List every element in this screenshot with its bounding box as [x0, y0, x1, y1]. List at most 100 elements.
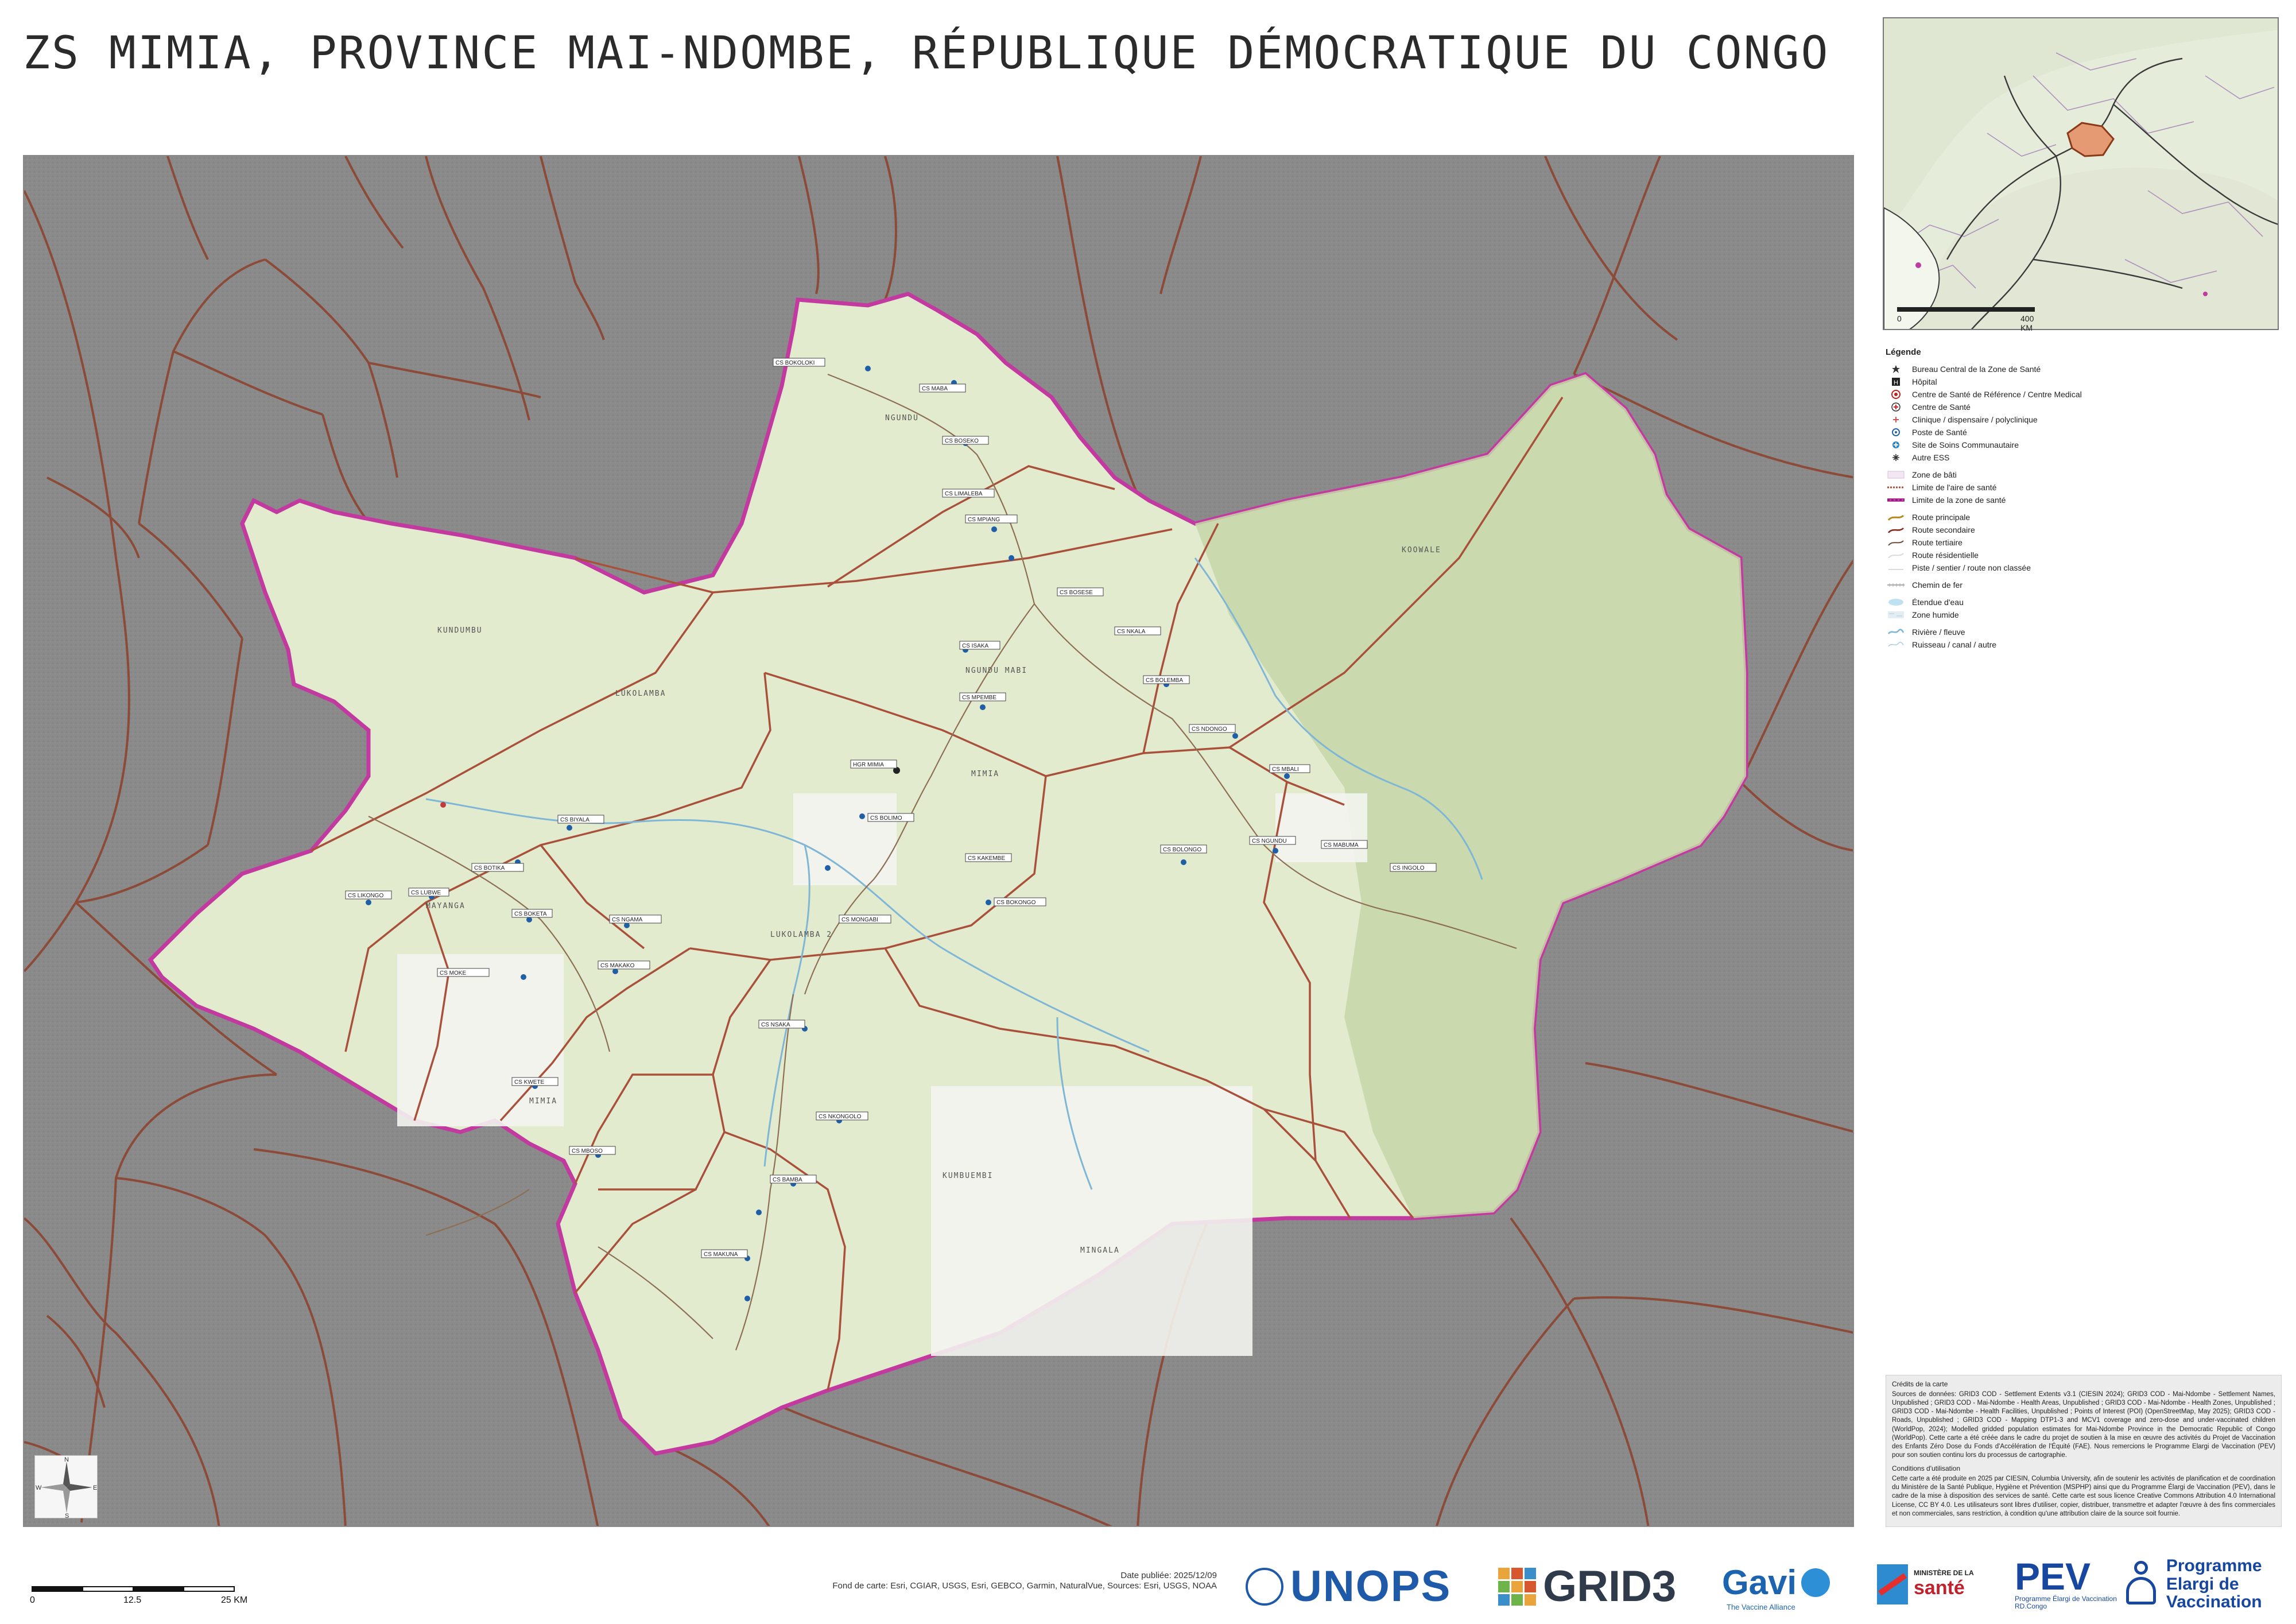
facility-label: CS NDONGO	[1192, 726, 1227, 732]
program-line-2: Elargi de	[2166, 1574, 2239, 1594]
stream-line	[1886, 639, 1906, 650]
place-label: KUNDUMBU	[437, 626, 483, 635]
bureau-icon	[1886, 364, 1906, 374]
inset-map[interactable]	[1883, 17, 2279, 330]
facility-label: CS BOTIKA	[474, 865, 505, 871]
legend-item: Limite de la zone de santé	[1886, 494, 2282, 506]
facility-marker[interactable]	[1284, 773, 1290, 779]
legend-item: Route secondaire	[1886, 524, 2282, 536]
facility-label: CS BOKONGO	[996, 900, 1036, 906]
compass-s: S	[65, 1513, 69, 1519]
place-label: LUKOLAMBA 2	[770, 931, 832, 939]
gavi-drop-icon	[1801, 1568, 1830, 1597]
river-line	[1886, 627, 1906, 637]
program-line-1: Programme	[2166, 1556, 2262, 1575]
partner-logos: UNOPS GRID3 Gavi The Vaccine Alliance MI…	[1234, 1550, 2285, 1619]
place-label: NGUNDU MABI	[965, 666, 1027, 675]
facility-marker[interactable]	[859, 813, 865, 819]
facility-marker[interactable]	[865, 366, 871, 371]
gavi-text: Gavi	[1722, 1563, 1797, 1602]
legend-item: Étendue d'eau	[1886, 596, 2282, 608]
facility-label: CS MBALI	[1272, 766, 1299, 773]
grid3-text: GRID3	[1543, 1562, 1677, 1611]
facility-marker[interactable]	[521, 974, 526, 980]
facility-label: CS BOLONGO	[1163, 847, 1201, 853]
facility-marker[interactable]	[1009, 555, 1014, 561]
ministry-name: MINISTÈRE DE LA	[1914, 1568, 1974, 1577]
place-label: NGUNDU	[885, 414, 919, 423]
legend: Légende Bureau Central de la Zone de San…	[1886, 347, 2282, 669]
facility-marker[interactable]	[1181, 859, 1186, 865]
scale-start: 0	[30, 1595, 35, 1605]
facility-label: CS LIMALEBA	[945, 491, 983, 497]
legend-item: Piste / sentier / route non classée	[1886, 561, 2282, 574]
publication-info: Date publiée: 2025/12/09 Fond de carte: …	[735, 1571, 1217, 1591]
hospital-icon: H	[1886, 377, 1906, 387]
facility-marker[interactable]	[366, 900, 371, 905]
facility-label: CS BOLEMBA	[1146, 677, 1183, 684]
legend-title: Légende	[1886, 347, 1921, 357]
legend-label: Site de Soins Communautaire	[1912, 440, 2019, 449]
scalebar-segment	[82, 1586, 134, 1592]
conditions-heading: Conditions d'utilisation	[1892, 1464, 1961, 1473]
facility-marker[interactable]	[991, 526, 997, 532]
legend-label: Zone humide	[1912, 610, 1959, 619]
legend-item: Ruisseau / canal / autre	[1886, 638, 2282, 651]
facility-label: CS BOSESE	[1060, 590, 1093, 596]
facility-label: CS ISAKA	[962, 643, 988, 649]
railway-line	[1886, 580, 1906, 590]
legend-item: Rivière / fleuve	[1886, 626, 2282, 638]
facility-marker[interactable]	[567, 825, 572, 831]
grid3-logo: GRID3	[1498, 1561, 1676, 1611]
inset-scale-start: 0	[1897, 314, 1902, 323]
facility-marker[interactable]	[986, 900, 991, 905]
other-icon	[1886, 452, 1906, 463]
legend-label: Poste de Santé	[1912, 428, 1967, 437]
main-road-line	[1886, 512, 1906, 522]
facility-label: CS NSAKA	[761, 1022, 790, 1028]
ministry-logo: MINISTÈRE DE LA santé	[1877, 1561, 1974, 1607]
builtup-swatch	[1886, 470, 1906, 480]
scale-mid: 12.5	[123, 1595, 142, 1605]
legend-item: Poste de Santé	[1886, 426, 2282, 439]
facility-marker[interactable]	[440, 802, 446, 808]
unops-logo: UNOPS	[1246, 1561, 1451, 1611]
facility-marker[interactable]	[1232, 733, 1238, 739]
wetland-swatch	[1886, 610, 1906, 620]
scalebar-segment	[32, 1586, 83, 1592]
place-label: KUMBUEMBI	[943, 1172, 993, 1180]
facility-marker[interactable]	[744, 1296, 750, 1301]
facility-marker[interactable]	[825, 865, 831, 871]
facility-label: CS MBOSO	[572, 1148, 603, 1154]
facility-label: CS BOKETA	[514, 911, 547, 917]
facility-marker[interactable]	[980, 704, 986, 710]
legend-label: Centre de Santé	[1912, 402, 1971, 412]
scale-end: 25 KM	[221, 1595, 248, 1605]
facility-label: CS BOLIMO	[870, 815, 902, 821]
secondary-road-line	[1886, 525, 1906, 535]
facility-label: CS MABUMA	[1324, 842, 1359, 848]
legend-label: Rivière / fleuve	[1912, 627, 1965, 637]
inset-scalebar-bar	[1897, 307, 2035, 312]
csr-icon	[1886, 389, 1906, 400]
legend-item: Limite de l'aire de santé	[1886, 481, 2282, 494]
map-title: ZS MIMIA, PROVINCE MAI-NDOMBE, RÉPUBLIQU…	[23, 28, 1830, 79]
legend-label: Centre de Santé de Référence / Centre Me…	[1912, 390, 2082, 399]
gavi-subtitle: The Vaccine Alliance	[1727, 1603, 1795, 1611]
place-label: KOOWALE	[1402, 546, 1441, 555]
date-published: Date publiée: 2025/12/09	[1120, 1571, 1217, 1580]
compass-n: N	[64, 1456, 69, 1463]
place-label: LUKOLAMBA	[615, 689, 666, 698]
facility-marker[interactable]	[1273, 848, 1278, 854]
legend-label: Chemin de fer	[1912, 580, 1963, 590]
facility-label: CS NGUNDU	[1252, 838, 1287, 844]
legend-label: Autre ESS	[1912, 453, 1950, 462]
compass-w: W	[36, 1485, 42, 1491]
facility-label: CS INGOLO	[1393, 865, 1425, 871]
facility-marker[interactable]	[756, 1210, 762, 1215]
place-label: MIMIA	[529, 1097, 557, 1106]
inset-scalebar: 0 400 KM	[1897, 307, 2041, 332]
facility-label: CS MABA	[922, 386, 948, 392]
area-limit-line	[1886, 482, 1906, 493]
main-map[interactable]: KUNDUMBU LUKOLAMBA MIMIA LUKOLAMBA 2 KOO…	[23, 155, 1854, 1527]
